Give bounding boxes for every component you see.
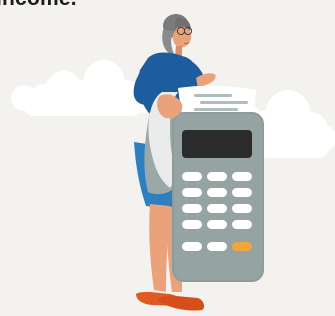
woman-with-calculator-illustration (11, 14, 335, 311)
left-cloud (11, 60, 153, 116)
right-shoe (158, 296, 205, 311)
calculator-icon (157, 94, 264, 282)
face (172, 26, 193, 57)
page: income. (0, 0, 335, 316)
